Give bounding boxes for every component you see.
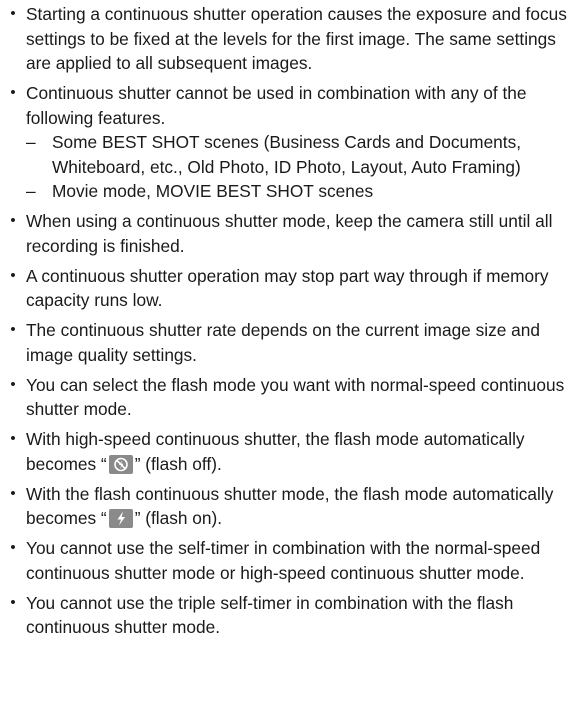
sub-list: – Some BEST SHOT scenes (Business Cards … <box>26 130 567 204</box>
bullet: • <box>10 212 16 229</box>
list-item: • Starting a continuous shutter operatio… <box>10 2 567 76</box>
list-item: • A continuous shutter operation may sto… <box>10 264 567 313</box>
bullet: • <box>10 430 16 447</box>
bullet: • <box>10 321 16 338</box>
item-text-after-icon: ” (flash on). <box>134 508 223 528</box>
bullet: • <box>10 593 16 611</box>
sub-item-text: Some BEST SHOT scenes (Business Cards an… <box>52 132 522 177</box>
list-item: • With the flash continuous shutter mode… <box>10 482 567 531</box>
item-text: You can select the flash mode you want w… <box>26 374 565 420</box>
list-item: • You cannot use the self-timer in combi… <box>10 536 567 585</box>
item-text: Continuous shutter cannot be used in com… <box>26 83 527 128</box>
list-item: • Continuous shutter cannot be used in c… <box>10 81 567 204</box>
dash: – <box>26 181 36 201</box>
bullet: • <box>10 539 16 556</box>
flash-on-icon <box>108 509 133 528</box>
bullet: • <box>10 375 16 393</box>
item-text-after-icon: ” (flash off). <box>134 453 222 474</box>
bullet: • <box>10 266 16 284</box>
bullet: • <box>10 484 16 502</box>
item-text: When using a continuous shutter mode, ke… <box>26 211 553 256</box>
list-item: • You cannot use the triple self-timer i… <box>10 591 567 640</box>
item-text-before-icon: With the flash continuous shutter mode, … <box>26 483 554 529</box>
list-item: • When using a continuous shutter mode, … <box>10 209 567 258</box>
list-item: • The continuous shutter rate depends on… <box>10 318 567 367</box>
list-item: • You can select the flash mode you want… <box>10 373 567 422</box>
list-item: • With high-speed continuous shutter, th… <box>10 427 567 476</box>
flash-off-icon <box>108 454 133 474</box>
item-text: You cannot use the self-timer in combina… <box>26 538 541 583</box>
item-text: A continuous shutter operation may stop … <box>26 265 549 311</box>
item-text: You cannot use the triple self-timer in … <box>26 592 514 638</box>
dash: – <box>26 132 36 152</box>
item-text: Starting a continuous shutter operation … <box>26 4 567 73</box>
bullet: • <box>10 84 16 101</box>
sub-list-item: – Movie mode, MOVIE BEST SHOT scenes <box>26 179 567 204</box>
sub-item-text: Movie mode, MOVIE BEST SHOT scenes <box>52 181 374 201</box>
sub-list-item: – Some BEST SHOT scenes (Business Cards … <box>26 130 567 179</box>
bullet: • <box>10 5 16 22</box>
item-text-before-icon: With high-speed continuous shutter, the … <box>26 429 525 474</box>
item-text: The continuous shutter rate depends on t… <box>26 320 540 365</box>
manual-page: • Starting a continuous shutter operatio… <box>0 0 575 640</box>
